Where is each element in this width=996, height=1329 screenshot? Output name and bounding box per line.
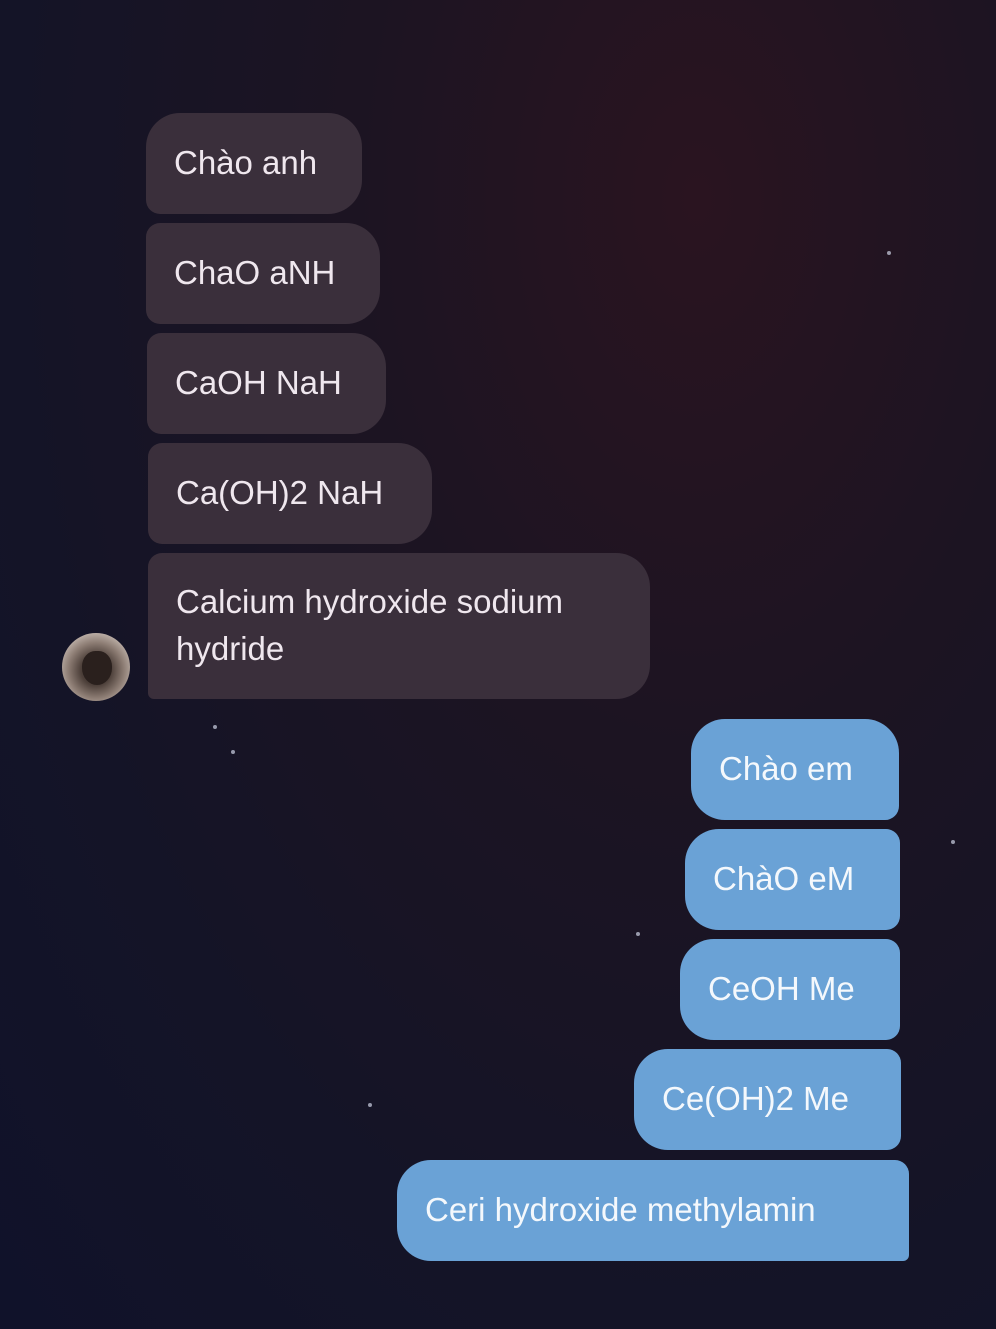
sent-message[interactable]: Ceri hydroxide methylamin [397, 1160, 909, 1261]
background-star [213, 725, 217, 729]
message-text: Ceri hydroxide methylamin [425, 1191, 816, 1228]
sent-message[interactable]: ChàO eM [685, 829, 900, 930]
background-star [887, 251, 891, 255]
background-star [231, 750, 235, 754]
message-text: Calcium hydroxide sodium hydride [176, 583, 563, 667]
contact-avatar[interactable] [62, 633, 130, 701]
background-star [636, 932, 640, 936]
sent-message[interactable]: CeOH Me [680, 939, 900, 1040]
background-star [368, 1103, 372, 1107]
received-message[interactable]: Chào anh [146, 113, 362, 214]
avatar-image [82, 651, 112, 685]
received-message[interactable]: Calcium hydroxide sodium hydride [148, 553, 650, 699]
message-text: CeOH Me [708, 970, 855, 1007]
message-text: Chào anh [174, 144, 318, 181]
received-message[interactable]: CaOH NaH [147, 333, 386, 434]
sent-message[interactable]: Chào em [691, 719, 899, 820]
message-text: Chào em [719, 750, 853, 787]
sent-message[interactable]: Ce(OH)2 Me [634, 1049, 901, 1150]
message-text: ChaO aNH [174, 254, 336, 291]
message-text: ChàO eM [713, 860, 855, 897]
message-text: Ce(OH)2 Me [662, 1080, 850, 1117]
message-text: CaOH NaH [175, 364, 342, 401]
background-star [951, 840, 955, 844]
received-message[interactable]: Ca(OH)2 NaH [148, 443, 432, 544]
received-message[interactable]: ChaO aNH [146, 223, 380, 324]
message-text: Ca(OH)2 NaH [176, 474, 384, 511]
